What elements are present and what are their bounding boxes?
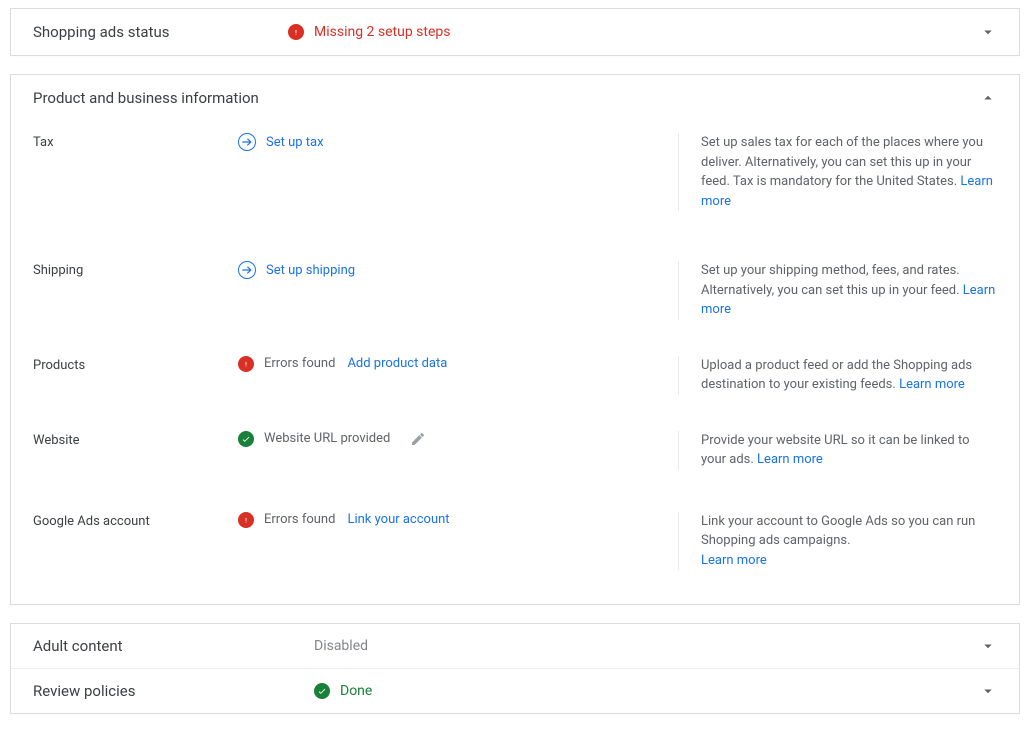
adult-content-status: Disabled [314, 638, 368, 654]
check-icon [238, 431, 254, 447]
arrow-right-icon [238, 133, 256, 151]
add-product-data-link[interactable]: Add product data [347, 356, 447, 371]
arrow-right-icon [238, 261, 256, 279]
error-icon [238, 512, 254, 528]
row-shipping: Shipping Set up shipping Set up your shi… [33, 249, 997, 332]
row-label: Tax [33, 133, 238, 150]
info-rows: Tax Set up tax Set up sales tax for each… [11, 121, 1019, 604]
product-business-info-title: Product and business information [33, 89, 979, 107]
review-policies-title: Review policies [33, 682, 288, 700]
chevron-down-icon [979, 23, 997, 41]
row-label: Products [33, 356, 238, 373]
status-text: Website URL provided [264, 431, 390, 446]
shopping-ads-status-card: Shopping ads status Missing 2 setup step… [10, 8, 1020, 56]
product-business-info-card: Product and business information Tax Set… [10, 74, 1020, 605]
error-icon [238, 356, 254, 372]
row-desc: Provide your website URL so it can be li… [678, 431, 997, 470]
status-text: Errors found [264, 512, 335, 527]
row-tax: Tax Set up tax Set up sales tax for each… [33, 121, 997, 223]
status-text: Errors found [264, 356, 335, 371]
chevron-down-icon [979, 682, 997, 700]
check-icon [314, 683, 330, 699]
row-products: Products Errors found Add product data U… [33, 344, 997, 407]
row-desc: Set up your shipping method, fees, and r… [678, 261, 997, 320]
learn-more-link[interactable]: Learn more [899, 377, 965, 392]
row-label: Google Ads account [33, 512, 238, 529]
row-label: Shipping [33, 261, 238, 278]
row-website: Website Website URL provided Provide you… [33, 419, 997, 482]
shopping-ads-status-header[interactable]: Shopping ads status Missing 2 setup step… [11, 9, 1019, 55]
product-business-info-header[interactable]: Product and business information [11, 75, 1019, 121]
review-policies-row[interactable]: Review policies Done [11, 668, 1019, 713]
adult-content-row[interactable]: Adult content Disabled [11, 624, 1019, 668]
learn-more-link[interactable]: Learn more [757, 452, 823, 467]
row-google-ads-account: Google Ads account Errors found Link you… [33, 500, 997, 583]
status-message: Missing 2 setup steps [314, 24, 451, 40]
row-desc: Upload a product feed or add the Shoppin… [678, 356, 997, 395]
review-policies-status: Done [340, 683, 372, 699]
row-label: Website [33, 431, 238, 448]
edit-icon[interactable] [410, 431, 426, 447]
link-account-link[interactable]: Link your account [347, 512, 449, 527]
adult-content-title: Adult content [33, 637, 288, 655]
setup-shipping-link[interactable]: Set up shipping [266, 263, 355, 278]
row-desc: Link your account to Google Ads so you c… [678, 512, 997, 571]
chevron-up-icon [979, 89, 997, 107]
error-icon [288, 24, 304, 40]
row-desc: Set up sales tax for each of the places … [678, 133, 997, 211]
chevron-down-icon [979, 637, 997, 655]
learn-more-link[interactable]: Learn more [701, 553, 767, 568]
bottom-card: Adult content Disabled Review policies D… [10, 623, 1020, 714]
shopping-ads-status-title: Shopping ads status [33, 23, 288, 41]
setup-tax-link[interactable]: Set up tax [266, 135, 324, 150]
